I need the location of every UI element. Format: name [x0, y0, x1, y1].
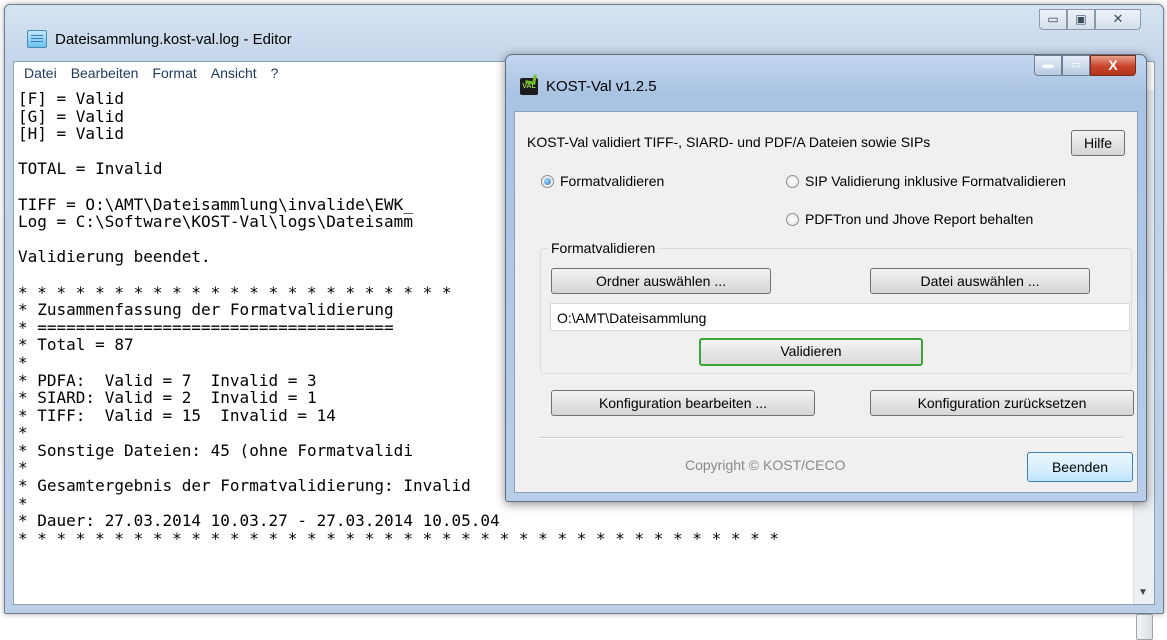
dialog-close-button[interactable]: X — [1090, 55, 1136, 76]
scroll-down-icon[interactable]: ▼ — [1138, 587, 1148, 598]
text-line: * Dauer: 27.03.2014 10.03.27 - 27.03.201… — [18, 511, 500, 531]
menu-ansicht[interactable]: Ansicht — [211, 62, 257, 84]
notepad-icon — [27, 30, 47, 48]
scrollbar-thumb[interactable] — [1136, 614, 1153, 640]
select-file-button[interactable]: Datei auswählen ... — [870, 268, 1090, 294]
menu-bearbeiten[interactable]: Bearbeiten — [71, 62, 139, 84]
divider — [539, 437, 1123, 439]
minimize-button[interactable]: ▭ — [1039, 9, 1067, 30]
editor-titlebar[interactable]: Dateisammlung.kost-val.log - Editor ▭ ▣ … — [13, 9, 1155, 51]
dialog-minimize-button[interactable]: ▬ — [1034, 55, 1062, 76]
dialog-title: KOST-Val v1.2.5 — [546, 78, 657, 95]
validate-button[interactable]: Validieren — [699, 338, 923, 366]
kost-val-dialog: VAL KOST-Val v1.2.5 ▬ ▭ X KOST-Val valid… — [505, 54, 1147, 502]
reset-config-button[interactable]: Konfiguration zurücksetzen — [870, 390, 1134, 416]
editor-caption-buttons: ▭ ▣ ✕ — [1039, 9, 1141, 30]
dialog-titlebar[interactable]: VAL KOST-Val v1.2.5 ▬ ▭ X — [518, 55, 1136, 99]
kost-val-logo-icon: VAL — [520, 78, 538, 95]
menu-datei[interactable]: Datei — [24, 62, 57, 84]
text-line: * * * * * * * * * * * * * * * * * * * * … — [18, 528, 779, 548]
dialog-maximize-button[interactable]: ▭ — [1062, 55, 1090, 76]
exit-button[interactable]: Beenden — [1027, 452, 1133, 482]
edit-config-button[interactable]: Konfiguration bearbeiten ... — [551, 390, 815, 416]
radio-formatvalidieren-label: Formatvalidieren — [560, 173, 665, 189]
description-text: KOST-Val validiert TIFF-, SIARD- und PDF… — [527, 134, 931, 150]
dialog-caption-buttons: ▬ ▭ X — [1034, 55, 1136, 76]
radio-formatvalidieren[interactable]: Formatvalidieren — [541, 173, 664, 189]
menu-help[interactable]: ? — [271, 62, 279, 84]
path-input[interactable]: O:\AMT\Dateisammlung — [550, 303, 1130, 331]
radio-sip-validierung[interactable]: SIP Validierung inklusive Formatvalidier… — [786, 173, 1066, 189]
copyright-text: Copyright © KOST/CECO — [685, 457, 846, 473]
dialog-client-area: KOST-Val validiert TIFF-, SIARD- und PDF… — [514, 111, 1138, 493]
menu-format[interactable]: Format — [152, 62, 196, 84]
radio-unselected-icon — [786, 212, 799, 226]
radio-sip-label: SIP Validierung inklusive Formatvalidier… — [805, 173, 1066, 189]
close-button[interactable]: ✕ — [1095, 9, 1141, 30]
checkbox-pdftron-report[interactable]: PDFTron und Jhove Report behalten — [786, 211, 1033, 227]
close-icon: ✕ — [1112, 11, 1124, 26]
editor-title: Dateisammlung.kost-val.log - Editor — [55, 31, 292, 48]
radio-unselected-icon — [786, 174, 799, 188]
help-button[interactable]: Hilfe — [1071, 130, 1125, 156]
radio-selected-icon — [541, 174, 554, 188]
group-label: Formatvalidieren — [548, 240, 659, 256]
pdftron-report-label: PDFTron und Jhove Report behalten — [805, 211, 1034, 227]
maximize-button[interactable]: ▣ — [1067, 9, 1095, 30]
select-folder-button[interactable]: Ordner auswählen ... — [551, 268, 771, 294]
